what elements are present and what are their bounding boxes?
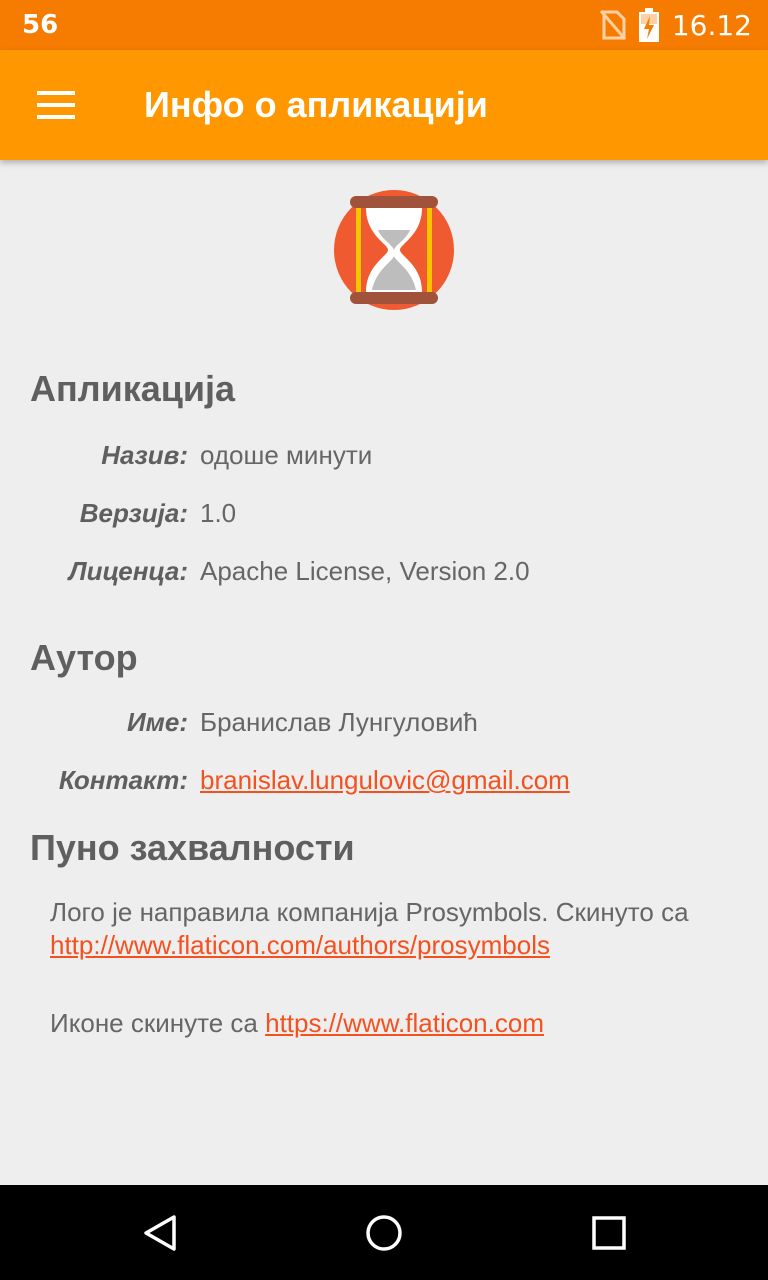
logo-credit-label: Лого је направила компанија Prosymbols. … [50, 897, 689, 927]
logo-credit-text: Лого је направила компанија Prosymbols. … [50, 896, 740, 962]
home-button[interactable] [356, 1205, 412, 1261]
flaticon-link[interactable]: https://www.flaticon.com [265, 1008, 544, 1038]
battery-charging-icon [638, 8, 660, 42]
contact-label: Контакт: [58, 765, 188, 795]
home-icon [366, 1215, 402, 1251]
status-bar: 56 16.12 [0, 0, 768, 50]
navigation-bar [0, 1185, 768, 1280]
status-notification-count: 56 [22, 10, 59, 40]
author-name-label: Име: [126, 707, 188, 737]
info-row-name: Назив: одоше минути [0, 440, 768, 480]
version-value: 1.0 [200, 498, 237, 528]
no-sim-icon [599, 10, 626, 40]
icons-credit-label: Иконе скинуте са [50, 1008, 266, 1038]
back-icon [144, 1215, 176, 1251]
info-row-version: Верзија: 1.0 [0, 498, 768, 538]
app-bar: Инфо о апликацији [0, 50, 768, 160]
contact-email-link[interactable]: branislav.lungulovic@gmail.com [200, 765, 570, 796]
menu-button[interactable] [24, 78, 88, 132]
icons-credit-text: Иконе скинуте са https://www.flaticon.co… [50, 1007, 740, 1040]
info-row-license: Лиценца: Apache License, Version 2.0 [0, 556, 768, 596]
recents-icon [592, 1216, 626, 1250]
info-row-author-name: Име: Бранислав Лунгуловић [0, 707, 768, 747]
status-time: 16.12 [671, 8, 752, 42]
prosymbols-link[interactable]: http://www.flaticon.com/authors/prosymbo… [50, 930, 550, 960]
name-value: одоше минути [200, 440, 373, 470]
status-icons: 16.12 [599, 8, 752, 42]
section-title-author: Аутор [30, 637, 138, 678]
version-label: Верзија: [79, 498, 188, 528]
author-name-value: Бранислав Лунгуловић [200, 707, 478, 737]
hourglass-logo-icon [334, 190, 454, 310]
name-label: Назив: [101, 440, 188, 470]
section-title-thanks: Пуно захвалности [30, 827, 355, 868]
hamburger-menu-icon [37, 91, 75, 119]
back-button[interactable] [132, 1205, 188, 1261]
page-title: Инфо о апликацији [144, 84, 488, 125]
license-value: Apache License, Version 2.0 [200, 556, 530, 586]
section-title-application: Апликација [30, 368, 236, 409]
license-label: Лиценца: [68, 556, 188, 586]
info-row-contact: Контакт: branislav.lungulovic@gmail.com [0, 765, 768, 805]
recents-button[interactable] [581, 1205, 637, 1261]
